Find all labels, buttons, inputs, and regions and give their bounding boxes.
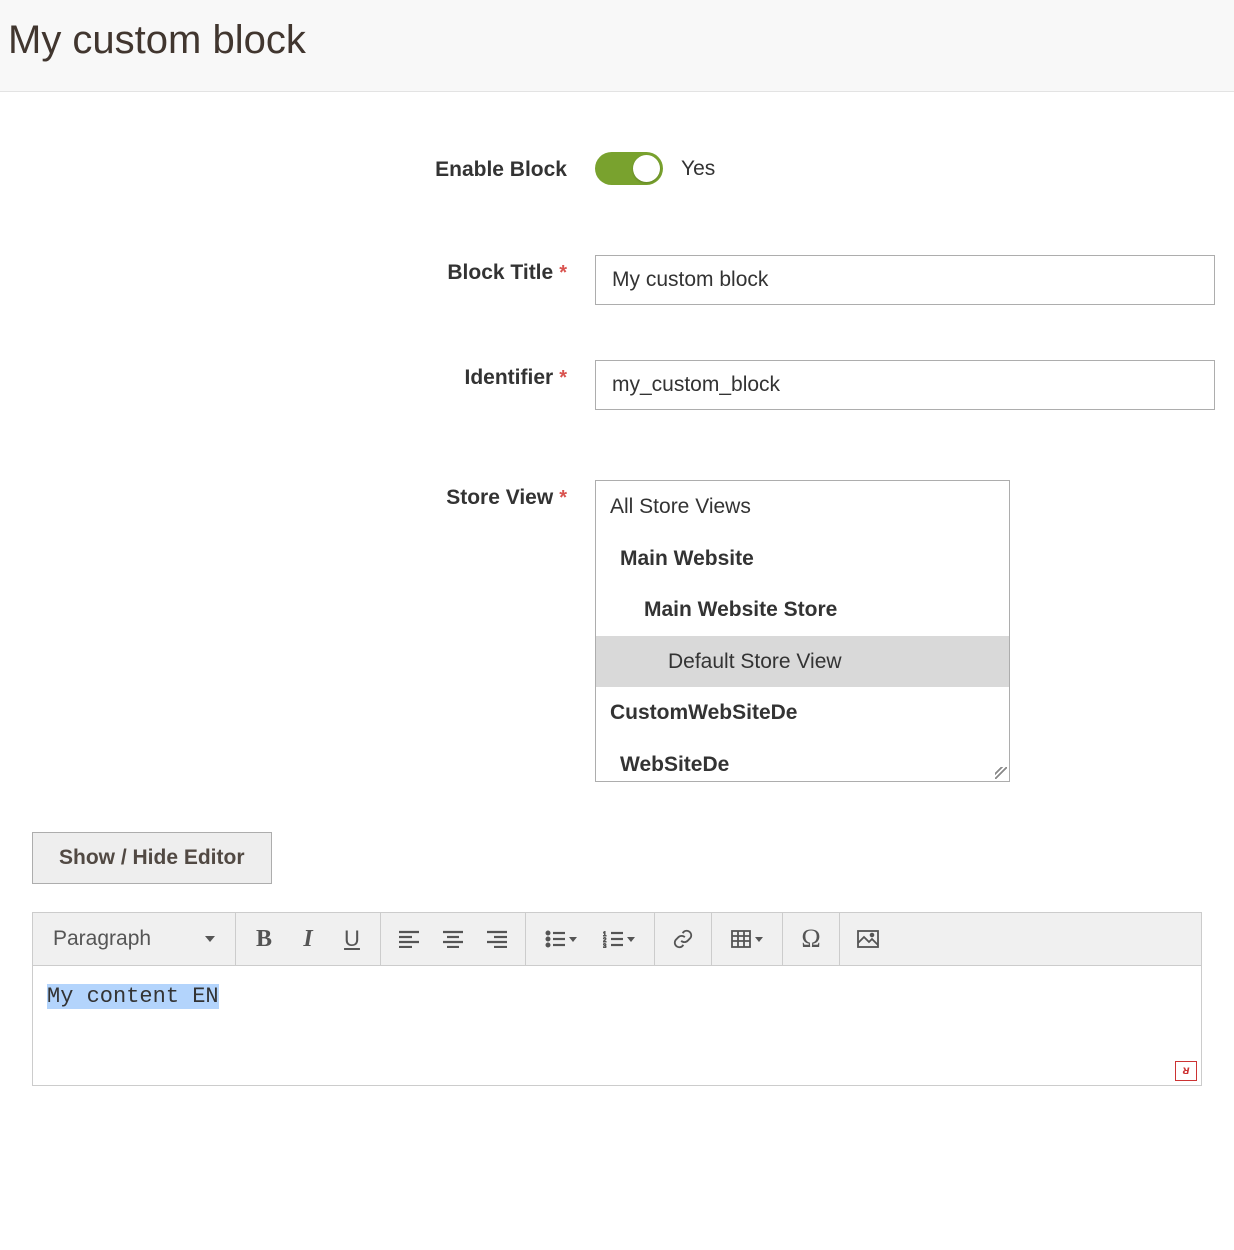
format-group: Paragraph	[33, 913, 236, 965]
table-button[interactable]	[718, 917, 776, 961]
align-right-button[interactable]	[475, 917, 519, 961]
identifier-label: Identifier*	[0, 360, 595, 390]
form: Enable Block Yes Block Title * Identifier…	[0, 92, 1234, 782]
enable-block-row: Enable Block Yes	[0, 152, 1234, 185]
store-view-option[interactable]: All Store Views	[596, 481, 1009, 533]
editor-content-area[interactable]: My content EN ʁ	[32, 966, 1202, 1086]
link-group	[655, 913, 712, 965]
store-view-row: Store View * All Store ViewsMain WebsiteM…	[0, 480, 1234, 782]
list-group: 123	[526, 913, 655, 965]
align-center-button[interactable]	[431, 917, 475, 961]
special-char-button[interactable]: Ω	[789, 917, 833, 961]
format-select[interactable]: Paragraph	[39, 927, 229, 951]
store-view-option[interactable]: WebSiteDe	[596, 739, 1009, 783]
italic-icon: I	[303, 926, 312, 953]
bullet-list-button[interactable]	[532, 917, 590, 961]
align-left-icon	[399, 930, 419, 948]
enable-block-label: Enable Block	[0, 152, 595, 182]
special-char-group: Ω	[783, 913, 840, 965]
editor-toolbar: Paragraph B I U 123	[32, 912, 1202, 966]
store-view-option[interactable]: Default Store View	[596, 636, 1009, 688]
numbered-list-button[interactable]: 123	[590, 917, 648, 961]
align-group	[381, 913, 526, 965]
store-view-label-text: Store View	[446, 486, 553, 509]
caret-down-icon	[627, 937, 635, 942]
page-header: My custom block	[0, 0, 1234, 92]
editor-button-row: Show / Hide Editor	[0, 832, 1234, 912]
toggle-knob	[633, 155, 660, 182]
bullet-list-icon	[545, 930, 565, 948]
required-asterisk: *	[559, 262, 567, 284]
link-icon	[672, 928, 694, 950]
text-style-group: B I U	[236, 913, 381, 965]
identifier-input[interactable]	[595, 360, 1215, 410]
align-left-button[interactable]	[387, 917, 431, 961]
table-group	[712, 913, 783, 965]
omega-icon: Ω	[801, 924, 820, 954]
store-view-label: Store View *	[0, 480, 595, 510]
align-center-icon	[443, 930, 463, 948]
identifier-row: Identifier*	[0, 360, 1234, 410]
required-asterisk: *	[559, 487, 567, 509]
caret-down-icon	[205, 936, 215, 942]
format-select-label: Paragraph	[53, 927, 151, 951]
svg-text:3: 3	[603, 944, 607, 948]
required-asterisk: *	[559, 367, 567, 389]
numbered-list-icon: 123	[603, 930, 623, 948]
store-view-option[interactable]: Main Website Store	[596, 584, 1009, 636]
editor-content-text: My content EN	[47, 984, 219, 1009]
editor-status-icon: ʁ	[1175, 1061, 1197, 1081]
image-icon	[857, 930, 879, 948]
block-title-label: Block Title *	[0, 255, 595, 285]
store-view-option[interactable]: CustomWebSiteDe	[596, 687, 1009, 739]
underline-icon: U	[344, 926, 360, 952]
enable-block-value: Yes	[681, 157, 715, 181]
italic-button[interactable]: I	[286, 917, 330, 961]
block-title-row: Block Title *	[0, 255, 1234, 305]
underline-button[interactable]: U	[330, 917, 374, 961]
page-title: My custom block	[8, 18, 1234, 63]
image-button[interactable]	[846, 917, 890, 961]
bold-icon: B	[256, 926, 272, 953]
caret-down-icon	[755, 937, 763, 942]
show-hide-editor-button[interactable]: Show / Hide Editor	[32, 832, 272, 884]
link-button[interactable]	[661, 917, 705, 961]
block-title-label-text: Block Title	[447, 261, 553, 284]
enable-block-toggle[interactable]	[595, 152, 663, 185]
block-title-input[interactable]	[595, 255, 1215, 305]
identifier-label-text: Identifier	[465, 366, 554, 389]
caret-down-icon	[569, 937, 577, 942]
store-view-multiselect[interactable]: All Store ViewsMain WebsiteMain Website …	[595, 480, 1010, 782]
align-right-icon	[487, 930, 507, 948]
image-group	[840, 913, 896, 965]
store-view-option[interactable]: Main Website	[596, 533, 1009, 585]
bold-button[interactable]: B	[242, 917, 286, 961]
table-icon	[731, 930, 751, 948]
